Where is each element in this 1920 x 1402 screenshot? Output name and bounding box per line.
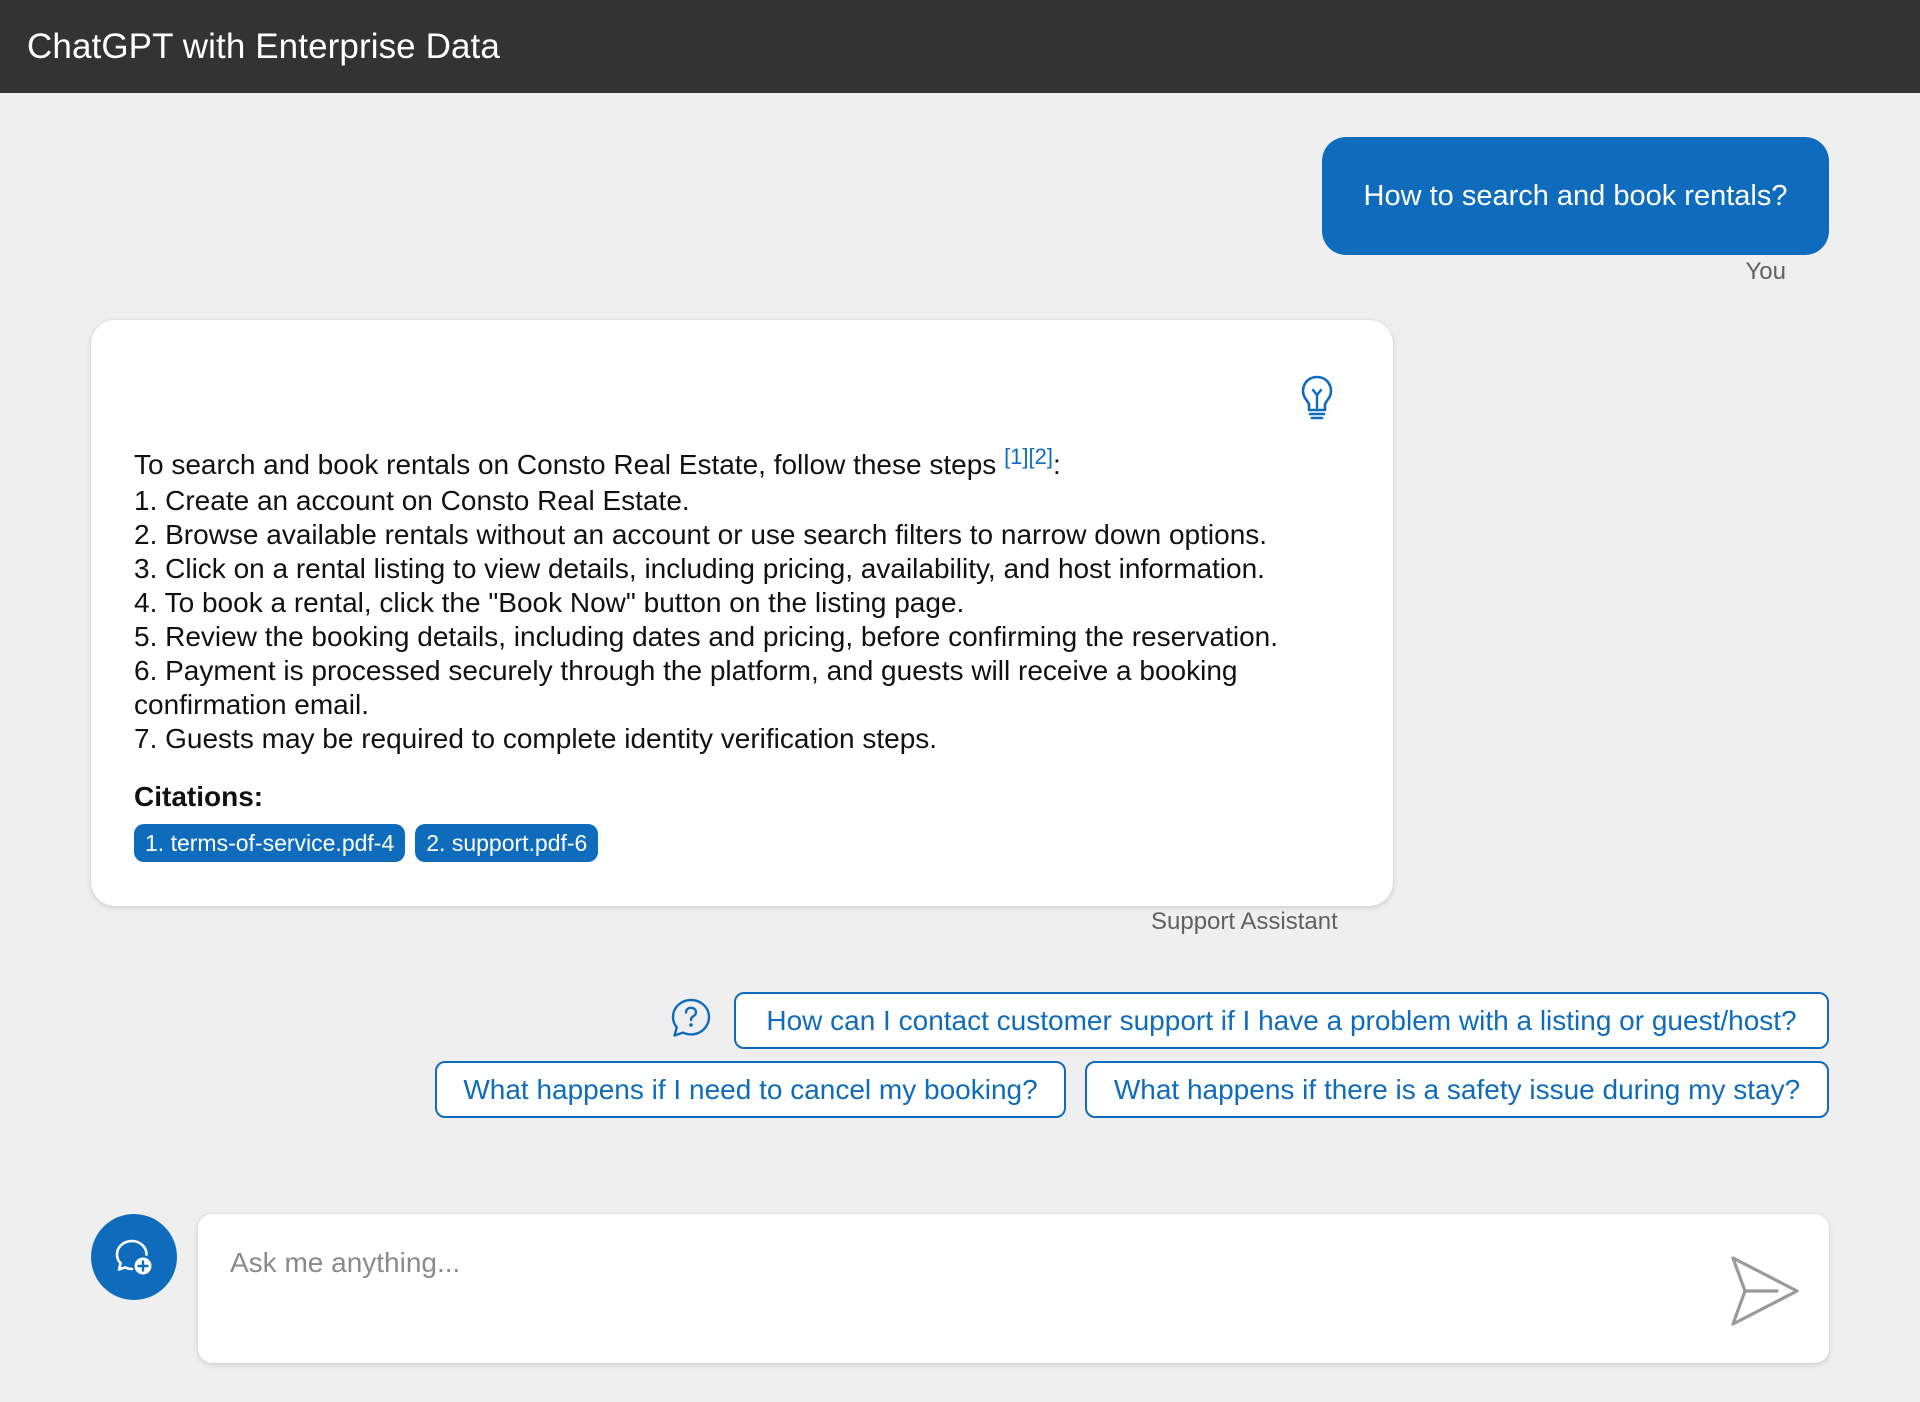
new-chat-icon <box>115 1239 152 1275</box>
user-message-text: How to search and book rentals? <box>1363 179 1788 212</box>
citations-heading: Citations: <box>134 781 264 812</box>
inline-citation-link[interactable]: [1][2] <box>1004 444 1053 469</box>
followup-question-button[interactable]: What happens if I need to cancel my book… <box>435 1061 1066 1118</box>
chat-input[interactable] <box>198 1214 1829 1363</box>
lightbulb-icon[interactable] <box>1299 374 1335 420</box>
answer-step: 3. Click on a rental listing to view det… <box>134 553 1265 584</box>
answer-step: 2. Browse available rentals without an a… <box>134 519 1268 550</box>
answer-intro-line: To search and book rentals on Consto Rea… <box>134 444 1364 484</box>
answer-step: 7. Guests may be required to complete id… <box>134 723 938 754</box>
user-author-label: You <box>1745 258 1787 285</box>
chat-input-box <box>198 1214 1829 1363</box>
answer-step: 6. Payment is processed securely through… <box>134 655 1238 720</box>
assistant-message-card: To search and book rentals on Consto Rea… <box>91 320 1393 906</box>
followup-question-button[interactable]: What happens if there is a safety issue … <box>1085 1061 1829 1118</box>
answer-step: 1. Create an account on Consto Real Esta… <box>134 485 690 516</box>
top-bar: ChatGPT with Enterprise Data <box>0 0 1920 93</box>
user-message-bubble: How to search and book rentals? <box>1322 137 1829 255</box>
citation-list: 1. terms-of-service.pdf-4 2. support.pdf… <box>134 824 599 862</box>
question-icon <box>671 998 711 1037</box>
answer-step: 5. Review the booking details, including… <box>134 621 1278 652</box>
send-icon[interactable] <box>1729 1254 1801 1328</box>
answer-intro-end: : <box>1052 449 1061 480</box>
assistant-author-label: Support Assistant <box>1151 908 1338 935</box>
assistant-answer-text: To search and book rentals on Consto Rea… <box>134 444 1364 756</box>
citation-chip[interactable]: 2. support.pdf-6 <box>415 824 599 862</box>
app-title: ChatGPT with Enterprise Data <box>27 26 500 66</box>
answer-intro: To search and book rentals on Consto Rea… <box>134 449 1005 480</box>
answer-step: 4. To book a rental, click the "Book Now… <box>134 587 965 618</box>
citation-chip[interactable]: 1. terms-of-service.pdf-4 <box>134 824 406 862</box>
new-chat-button[interactable] <box>91 1214 177 1300</box>
followup-question-button[interactable]: How can I contact customer support if I … <box>734 992 1829 1049</box>
